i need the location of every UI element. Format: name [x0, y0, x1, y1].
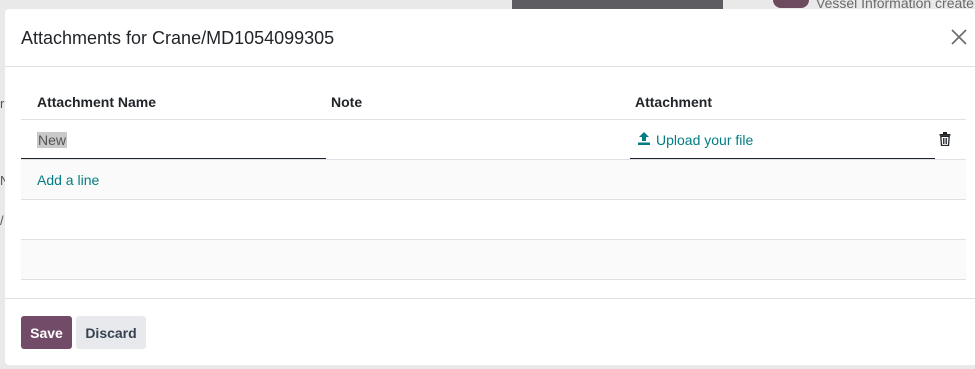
table-row-empty [21, 240, 966, 280]
upload-file-label: Upload your file [656, 132, 754, 148]
dialog-footer: Save Discard [5, 298, 975, 366]
attachment-field: Upload your file [630, 120, 935, 159]
table-header: Attachment Name Note Attachment [21, 85, 966, 120]
dialog-title: Attachments for Crane/MD1054099305 [21, 28, 335, 48]
attachment-name-field[interactable]: New [21, 120, 326, 159]
upload-icon [638, 132, 650, 148]
attachments-table: Attachment Name Note Attachment New Uplo… [21, 85, 966, 280]
background-fragment: / [0, 213, 4, 228]
background-fragment: r [0, 96, 5, 111]
table-row: Add a line [21, 160, 966, 200]
column-header-attachment-name[interactable]: Attachment Name [37, 94, 156, 110]
close-icon[interactable] [949, 27, 969, 47]
dialog-header: Attachments for Crane/MD1054099305 [5, 9, 975, 67]
background-avatar [773, 0, 809, 8]
upload-file-button[interactable]: Upload your file [638, 132, 753, 148]
table-row: New Upload your file [21, 120, 966, 160]
attachments-dialog: Attachments for Crane/MD1054099305 Attac… [5, 9, 975, 365]
save-button[interactable]: Save [21, 316, 72, 349]
trash-icon[interactable] [939, 132, 951, 151]
add-line-link[interactable]: Add a line [37, 172, 99, 188]
column-header-attachment[interactable]: Attachment [635, 94, 712, 110]
attachment-name-input[interactable]: New [37, 132, 68, 148]
table-row-empty [21, 200, 966, 240]
discard-button[interactable]: Discard [76, 316, 146, 349]
column-header-note[interactable]: Note [331, 94, 362, 110]
